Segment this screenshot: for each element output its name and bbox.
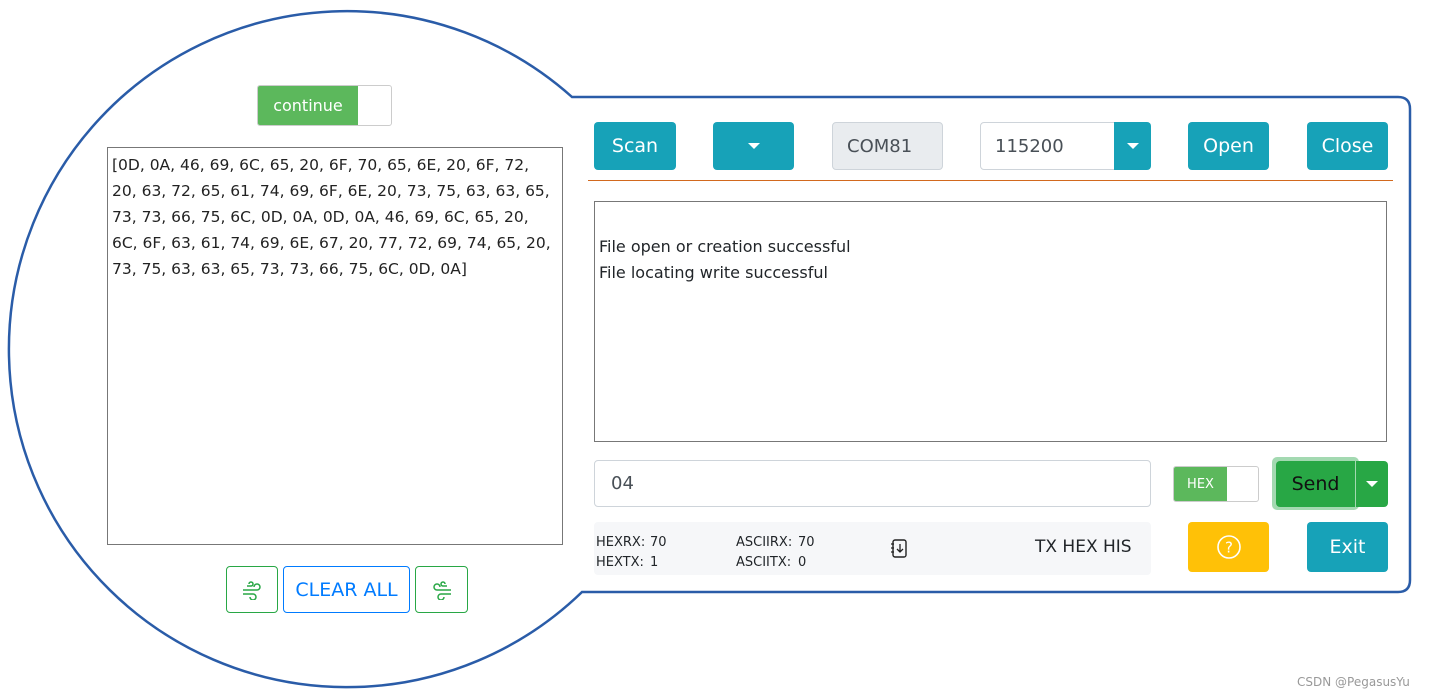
- hextx-label: HEXTX:: [596, 555, 644, 570]
- open-button[interactable]: Open: [1188, 122, 1269, 170]
- save-log-icon[interactable]: [890, 539, 908, 559]
- asciirx-label: ASCIIRX:: [736, 535, 793, 550]
- hexrx-value: 70: [650, 535, 667, 550]
- question-icon: ?: [1216, 535, 1241, 559]
- hex-toggle[interactable]: HEX: [1173, 466, 1259, 502]
- port-dropdown-button[interactable]: [713, 122, 794, 170]
- hex-output-area[interactable]: [0D, 0A, 46, 69, 6C, 65, 20, 6F, 70, 65,…: [107, 147, 563, 545]
- clear-all-button[interactable]: CLEAR ALL: [283, 566, 410, 613]
- asciitx-value: 0: [798, 555, 807, 570]
- scan-button[interactable]: Scan: [594, 122, 676, 170]
- send-dropdown-button[interactable]: [1356, 461, 1388, 507]
- continue-toggle[interactable]: continue: [257, 85, 392, 126]
- exit-button[interactable]: Exit: [1307, 522, 1388, 572]
- continue-toggle-label: continue: [258, 86, 358, 125]
- wind-icon: [243, 580, 261, 600]
- receive-line: File locating write successful: [599, 263, 828, 282]
- asciirx-value: 70: [798, 535, 815, 550]
- wind-icon: [432, 580, 451, 600]
- hexrx-label: HEXRX:: [596, 535, 646, 550]
- hex-toggle-label: HEX: [1174, 467, 1227, 501]
- caret-down-icon: [1366, 481, 1378, 487]
- caret-down-icon: [1126, 143, 1139, 149]
- help-button[interactable]: ?: [1188, 522, 1269, 572]
- divider: [588, 180, 1393, 181]
- asciitx-label: ASCIITX:: [736, 555, 792, 570]
- close-button[interactable]: Close: [1307, 122, 1388, 170]
- svg-text:?: ?: [1225, 539, 1233, 557]
- caret-down-icon: [747, 143, 760, 149]
- send-button[interactable]: Send: [1276, 461, 1355, 507]
- wind-left-button[interactable]: [226, 566, 278, 613]
- receive-area[interactable]: File open or creation successful File lo…: [594, 201, 1387, 442]
- receive-line: File open or creation successful: [599, 237, 851, 256]
- send-input[interactable]: 04: [594, 460, 1151, 507]
- hextx-value: 1: [650, 555, 659, 570]
- port-field: COM81: [832, 122, 943, 170]
- tx-hex-history-button[interactable]: TX HEX HIS: [1035, 537, 1132, 557]
- wind-right-button[interactable]: [415, 566, 468, 613]
- baud-rate-input[interactable]: 115200: [980, 122, 1120, 170]
- stats-bar: HEXRX: 70 HEXTX: 1 ASCIIRX: 70 ASCIITX: …: [594, 522, 1151, 575]
- watermark: CSDN @PegasusYu: [1297, 675, 1410, 689]
- baud-dropdown-button[interactable]: [1114, 122, 1151, 170]
